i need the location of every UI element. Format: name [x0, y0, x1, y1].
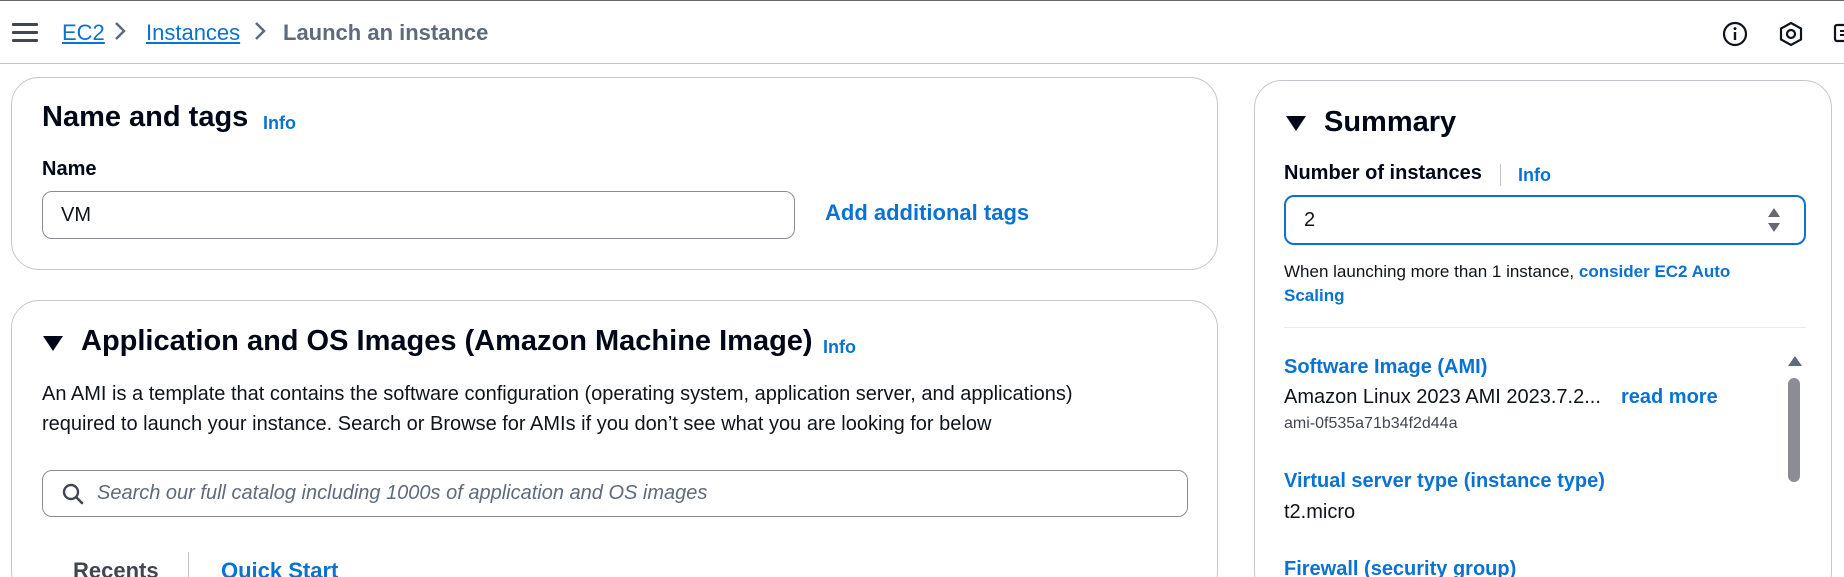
software-image-link[interactable]: Software Image (AMI): [1284, 356, 1487, 379]
menu-icon[interactable]: [12, 23, 38, 45]
settings-hexagon-icon[interactable]: [1778, 21, 1804, 47]
label-divider: [1500, 164, 1501, 186]
name-and-tags-info-link[interactable]: Info: [263, 113, 296, 134]
tab-divider: [188, 552, 189, 577]
search-icon: [61, 482, 85, 506]
stepper-arrows-icon[interactable]: [1767, 207, 1781, 233]
firewall-link[interactable]: Firewall (security group): [1284, 558, 1516, 577]
ami-search-input[interactable]: [97, 479, 1167, 507]
ami-id: ami-0f535a71b34f2d44a: [1284, 415, 1458, 432]
auto-scaling-hint: When launching more than 1 instance, con…: [1284, 260, 1804, 308]
breadcrumb-ec2[interactable]: EC2: [62, 20, 105, 46]
scrollbar-thumb[interactable]: [1788, 378, 1800, 482]
name-input[interactable]: [42, 191, 795, 239]
number-of-instances-info-link[interactable]: Info: [1518, 165, 1551, 186]
number-of-instances-input[interactable]: [1284, 195, 1806, 245]
tab-recents[interactable]: Recents: [73, 558, 159, 577]
add-additional-tags-link[interactable]: Add additional tags: [825, 200, 1029, 226]
auto-scaling-link-cont[interactable]: Scaling: [1284, 286, 1344, 305]
breadcrumb-instances[interactable]: Instances: [146, 20, 240, 46]
top-navigation-bar: EC2 Instances Launch an instance: [0, 0, 1844, 64]
summary-scrollbar[interactable]: [1785, 356, 1802, 577]
auto-scaling-link[interactable]: consider EC2 Auto: [1579, 262, 1730, 281]
info-icon[interactable]: [1722, 21, 1748, 47]
chevron-right-icon: [113, 20, 127, 48]
chevron-right-icon: [253, 20, 267, 48]
name-and-tags-title: Name and tags: [42, 101, 249, 133]
summary-title: Summary: [1324, 106, 1457, 138]
number-of-instances-label: Number of instances: [1284, 162, 1482, 184]
scroll-up-arrow-icon[interactable]: [1788, 356, 1802, 366]
feedback-icon[interactable]: [1832, 21, 1844, 47]
ami-description-line2: required to launch your instance. Search…: [42, 413, 992, 435]
ami-title: Application and OS Images (Amazon Machin…: [81, 325, 813, 357]
breadcrumb-current: Launch an instance: [283, 20, 489, 45]
tab-quick-start[interactable]: Quick Start: [221, 558, 338, 577]
ami-search-box[interactable]: [42, 470, 1188, 517]
ami-info-link[interactable]: Info: [823, 337, 856, 358]
auto-scaling-hint-text: When launching more than 1 instance,: [1284, 262, 1575, 281]
caret-down-icon[interactable]: [43, 336, 63, 351]
caret-down-icon[interactable]: [1286, 116, 1306, 131]
name-label: Name: [42, 158, 97, 180]
read-more-link[interactable]: read more: [1621, 386, 1718, 409]
instance-type-link[interactable]: Virtual server type (instance type): [1284, 470, 1605, 493]
divider: [1284, 327, 1806, 328]
instance-type-value: t2.micro: [1284, 501, 1356, 523]
software-image-value: Amazon Linux 2023 AMI 2023.7.2...: [1284, 386, 1601, 408]
ami-description-line1: An AMI is a template that contains the s…: [42, 383, 1073, 405]
